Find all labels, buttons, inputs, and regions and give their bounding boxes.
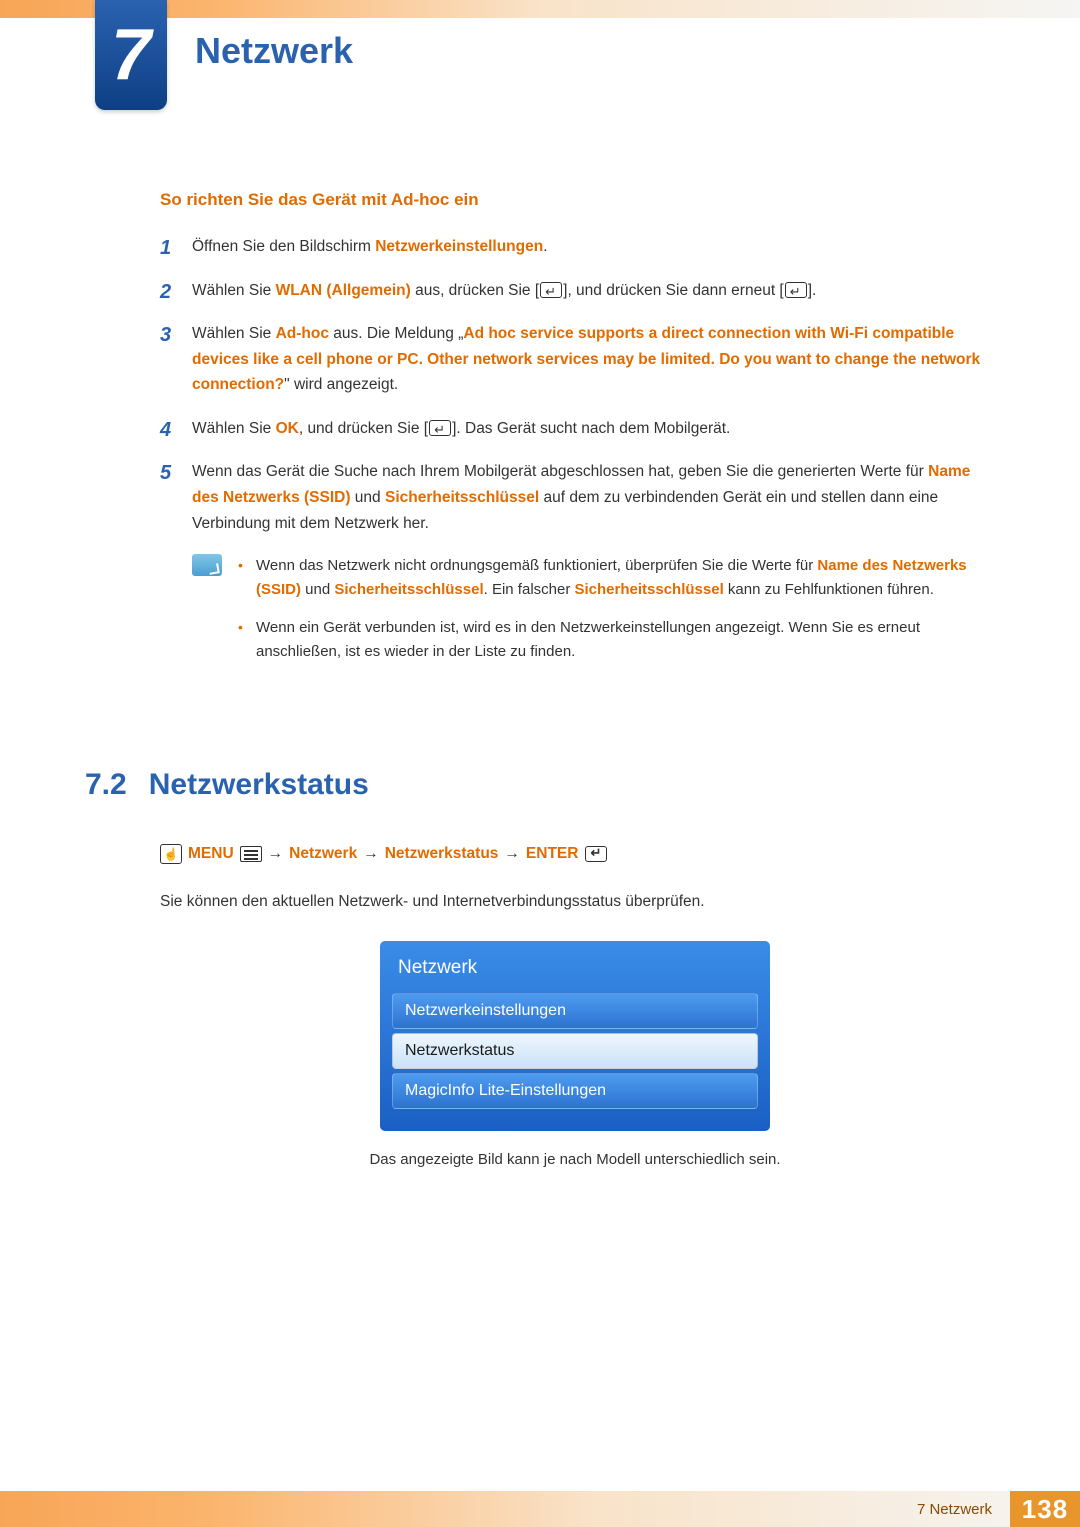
menu-item-magicinfo[interactable]: MagicInfo Lite-Einstellungen [392, 1073, 758, 1109]
text: Wählen Sie [192, 420, 276, 437]
note-icon [192, 554, 222, 576]
enter-icon [429, 420, 451, 436]
text: Öffnen Sie den Bildschirm [192, 238, 375, 255]
path-part: Netzwerk [289, 845, 357, 863]
hand-icon: ☝ [160, 844, 182, 864]
emphasis: Ad-hoc [276, 325, 329, 342]
section-number: 7.2 [85, 768, 127, 802]
description: Sie können den aktuellen Netzwerk- und I… [160, 890, 990, 915]
text: ]. Das Gerät sucht nach dem Mobilgerät. [452, 420, 730, 437]
page-content: So richten Sie das Gerät mit Ad-hoc ein … [160, 190, 990, 1168]
emphasis: WLAN (Allgemein) [276, 282, 411, 299]
menu-item-netzwerkeinstellungen[interactable]: Netzwerkeinstellungen [392, 993, 758, 1029]
enter-icon [585, 846, 607, 862]
arrow-icon: → [268, 845, 284, 863]
chapter-title: Netzwerk [195, 30, 353, 72]
steps-list: 1 Öffnen Sie den Bildschirm Netzwerkeins… [160, 234, 990, 536]
note-block: Wenn das Netzwerk nicht ordnungsgemäß fu… [192, 554, 990, 678]
step-3: 3 Wählen Sie Ad-hoc aus. Die Meldung „Ad… [160, 321, 990, 398]
text: Wenn das Netzwerk nicht ordnungsgemäß fu… [256, 557, 817, 574]
step-1: 1 Öffnen Sie den Bildschirm Netzwerkeins… [160, 234, 990, 260]
step-4: 4 Wählen Sie OK, und drücken Sie []. Das… [160, 416, 990, 442]
text: aus, drücken Sie [ [411, 282, 539, 299]
section-heading: 7.2 Netzwerkstatus [85, 768, 990, 802]
arrow-icon: → [363, 845, 379, 863]
arrow-icon: → [504, 845, 520, 863]
text: ], und drücken Sie dann erneut [ [563, 282, 784, 299]
note-item: Wenn das Netzwerk nicht ordnungsgemäß fu… [238, 554, 990, 602]
text: . Ein falscher [484, 581, 575, 598]
figure-caption: Das angezeigte Bild kann je nach Modell … [160, 1151, 990, 1168]
menu-panel-title: Netzwerk [388, 951, 762, 989]
emphasis: Sicherheitsschlüssel [385, 489, 539, 506]
text: und [301, 581, 334, 598]
text: Wenn das Gerät die Suche nach Ihrem Mobi… [192, 463, 928, 480]
text: kann zu Fehlfunktionen führen. [724, 581, 934, 598]
footer-bar: 7 Netzwerk 138 [0, 1491, 1080, 1527]
footer-label: 7 Netzwerk [917, 1501, 992, 1518]
text: und [351, 489, 385, 506]
menu-label: MENU [188, 845, 234, 863]
step-5: 5 Wenn das Gerät die Suche nach Ihrem Mo… [160, 459, 990, 536]
path-part: Netzwerkstatus [385, 845, 499, 863]
text: aus. Die Meldung „ [329, 325, 463, 342]
enter-icon [785, 282, 807, 298]
page-number: 138 [1010, 1491, 1080, 1527]
emphasis: Netzwerkeinstellungen [375, 238, 543, 255]
menu-icon [240, 846, 262, 862]
subheading: So richten Sie das Gerät mit Ad-hoc ein [160, 190, 990, 210]
step-2: 2 Wählen Sie WLAN (Allgemein) aus, drück… [160, 278, 990, 304]
text: , und drücken Sie [ [299, 420, 428, 437]
menu-path: ☝ MENU → Netzwerk → Netzwerkstatus → ENT… [160, 844, 990, 864]
note-item: Wenn ein Gerät verbunden ist, wird es in… [238, 616, 990, 664]
note-list: Wenn das Netzwerk nicht ordnungsgemäß fu… [238, 554, 990, 678]
emphasis: OK [276, 420, 299, 437]
emphasis: Sicherheitsschlüssel [334, 581, 483, 598]
text: . [543, 238, 547, 255]
enter-label: ENTER [526, 845, 579, 863]
enter-icon [540, 282, 562, 298]
emphasis: Sicherheitsschlüssel [575, 581, 724, 598]
section-title: Netzwerkstatus [149, 768, 369, 802]
chapter-number-tab: 7 [95, 0, 167, 110]
text: " wird angezeigt. [284, 376, 398, 393]
text: Wählen Sie [192, 325, 276, 342]
menu-item-netzwerkstatus[interactable]: Netzwerkstatus [392, 1033, 758, 1069]
menu-panel: Netzwerk Netzwerkeinstellungen Netzwerks… [380, 941, 770, 1131]
text: ]. [808, 282, 817, 299]
text: Wählen Sie [192, 282, 276, 299]
